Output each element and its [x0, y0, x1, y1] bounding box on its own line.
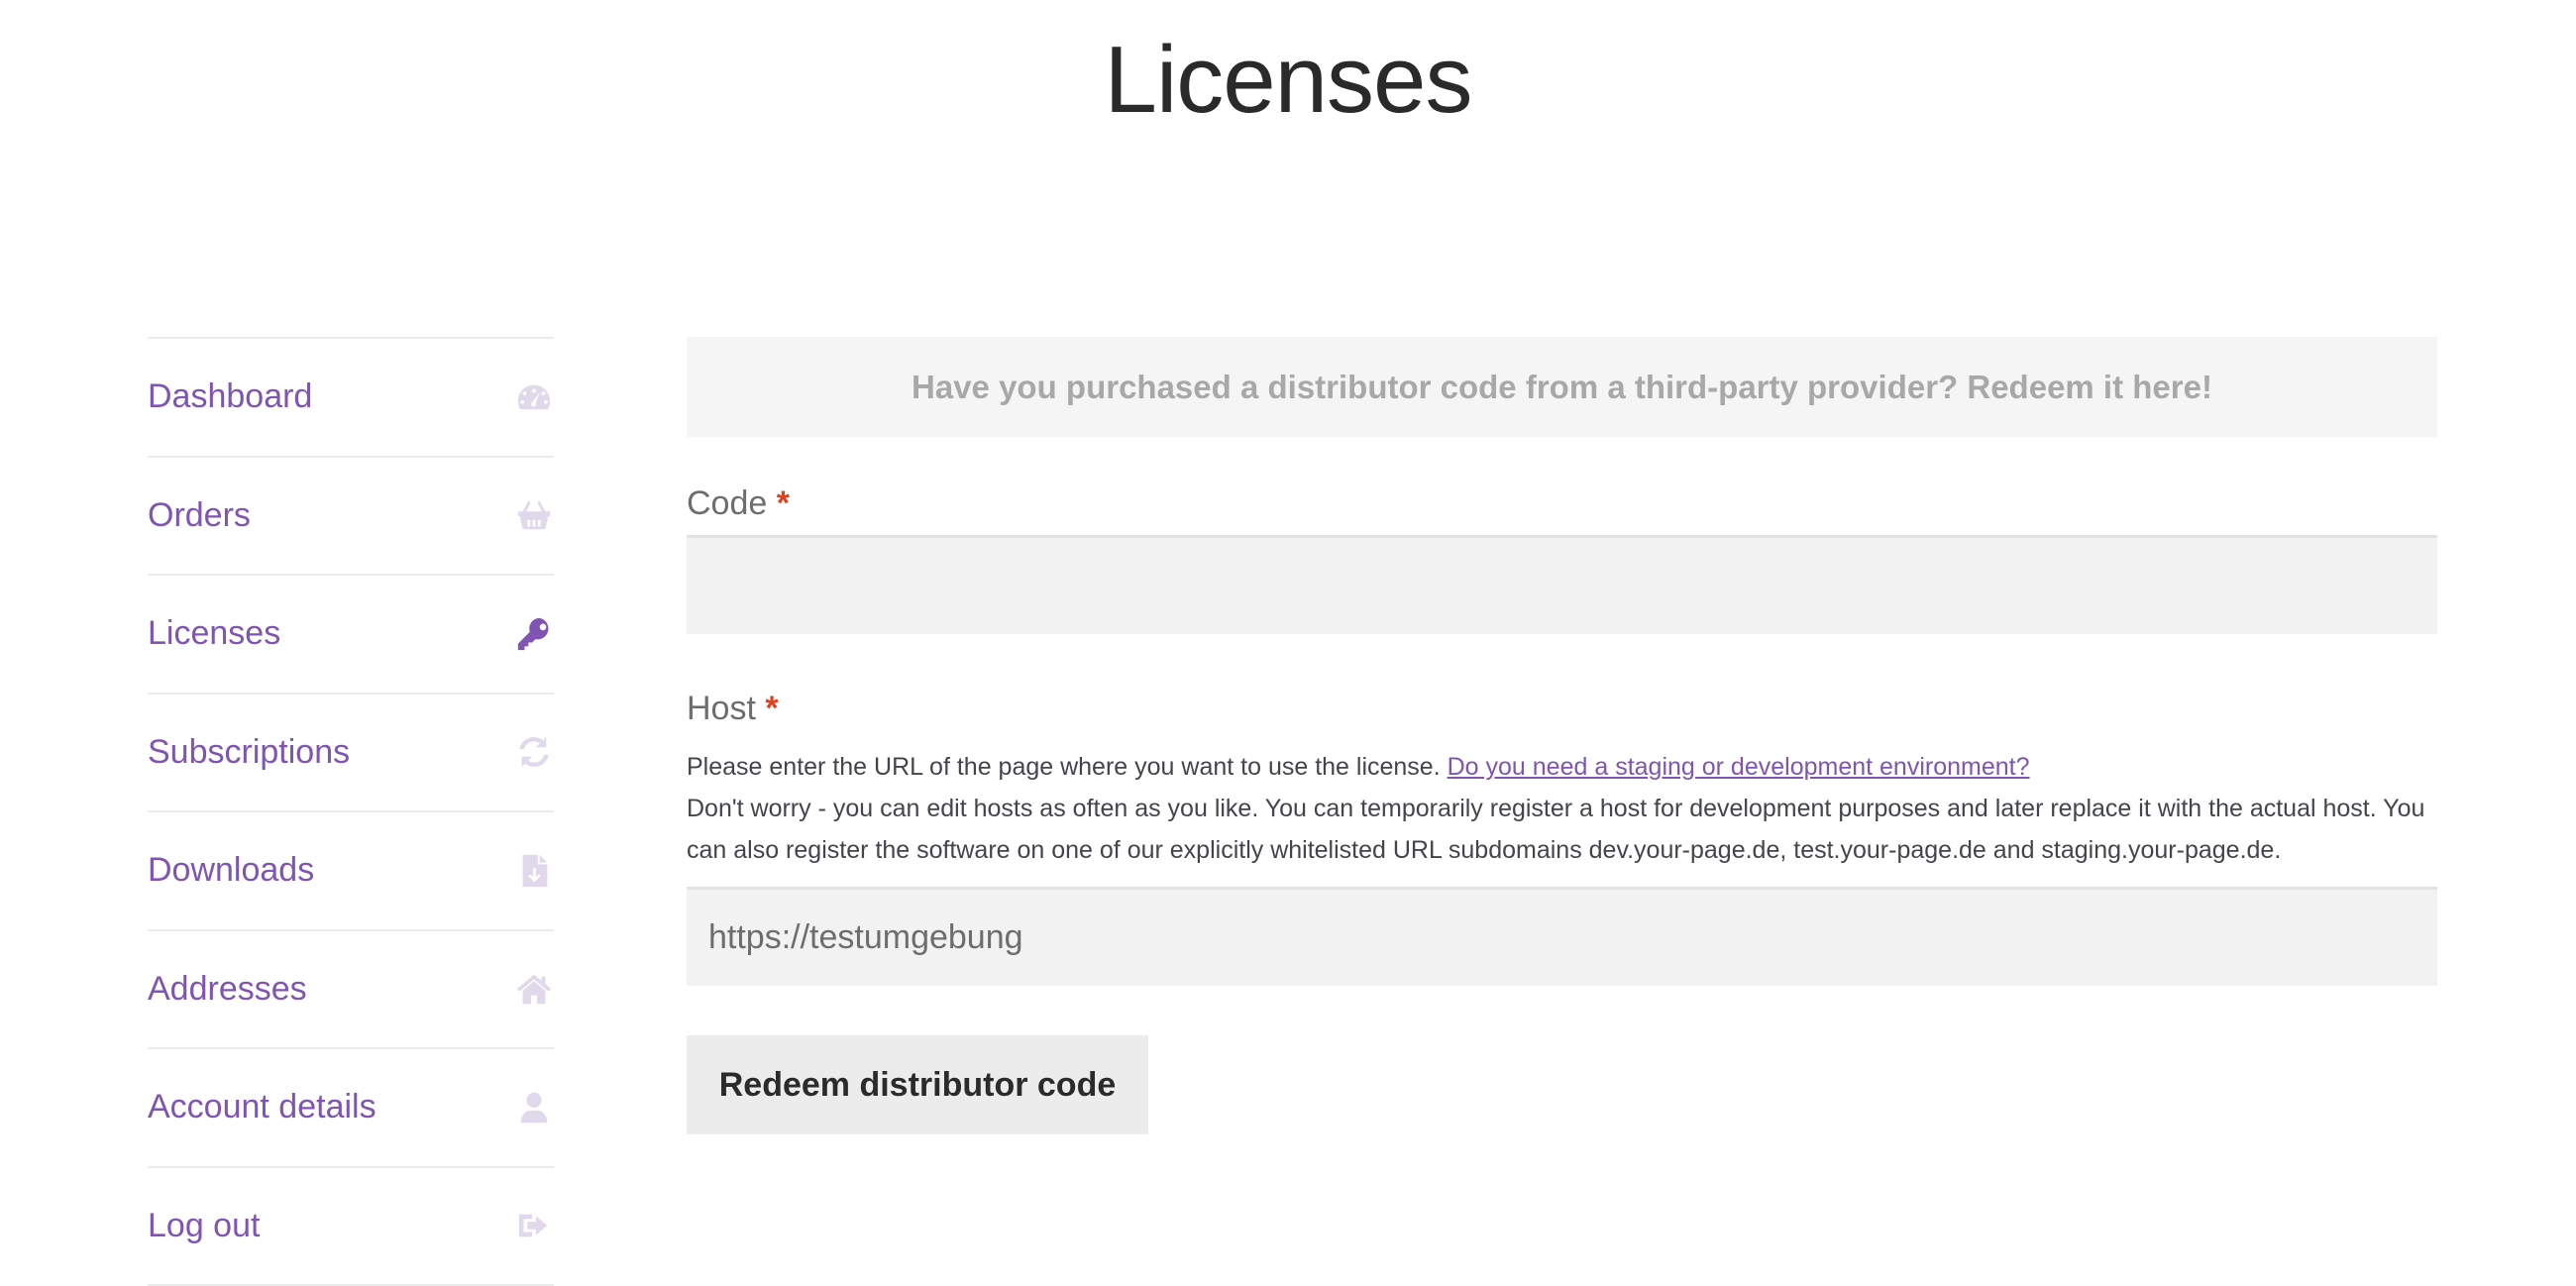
required-mark: *	[765, 690, 778, 727]
home-icon	[514, 969, 554, 1009]
code-input[interactable]	[687, 535, 2437, 634]
basket-icon	[514, 495, 554, 535]
redeem-notice: Have you purchased a distributor code fr…	[687, 337, 2437, 437]
nav-item-label: Dashboard	[148, 377, 312, 416]
host-input[interactable]	[687, 887, 2437, 986]
nav-item-orders[interactable]: Orders	[148, 458, 554, 577]
nav-item-subscriptions[interactable]: Subscriptions	[148, 695, 554, 813]
nav-item-label: Licenses	[148, 614, 280, 653]
nav-item-label: Account details	[148, 1088, 376, 1126]
nav-item-label: Log out	[148, 1207, 260, 1245]
required-mark: *	[777, 484, 790, 522]
key-icon	[514, 614, 554, 654]
host-label-text: Host	[687, 690, 756, 727]
user-icon	[514, 1088, 554, 1127]
file-icon	[514, 851, 554, 891]
page-title: Licenses	[0, 28, 2576, 133]
nav-item-dashboard[interactable]: Dashboard	[148, 339, 554, 458]
redeem-form: Have you purchased a distributor code fr…	[687, 337, 2437, 1134]
nav-item-addresses[interactable]: Addresses	[148, 931, 554, 1050]
nav-item-licenses[interactable]: Licenses	[148, 576, 554, 695]
code-label: Code *	[687, 484, 2437, 523]
nav-item-log-out[interactable]: Log out	[148, 1168, 554, 1286]
code-label-text: Code	[687, 484, 767, 522]
account-navigation: Dashboard Orders Licenses Subscriptions …	[148, 337, 554, 1286]
redeem-distributor-code-button[interactable]: Redeem distributor code	[687, 1035, 1148, 1134]
host-help-text: Please enter the URL of the page where y…	[687, 753, 1441, 781]
nav-item-label: Downloads	[148, 851, 314, 890]
nav-item-label: Subscriptions	[148, 733, 350, 772]
host-help-note: Don't worry - you can edit hosts as ofte…	[687, 795, 2424, 864]
dashboard-icon	[514, 377, 554, 417]
nav-item-account-details[interactable]: Account details	[148, 1049, 554, 1168]
refresh-icon	[514, 732, 554, 772]
nav-item-downloads[interactable]: Downloads	[148, 812, 554, 931]
host-help: Please enter the URL of the page where y…	[687, 746, 2437, 871]
staging-environment-link[interactable]: Do you need a staging or development env…	[1448, 753, 2030, 781]
host-label: Host *	[687, 690, 2437, 728]
nav-item-label: Orders	[148, 496, 251, 535]
nav-item-label: Addresses	[148, 970, 307, 1009]
sign-out-icon	[514, 1206, 554, 1245]
